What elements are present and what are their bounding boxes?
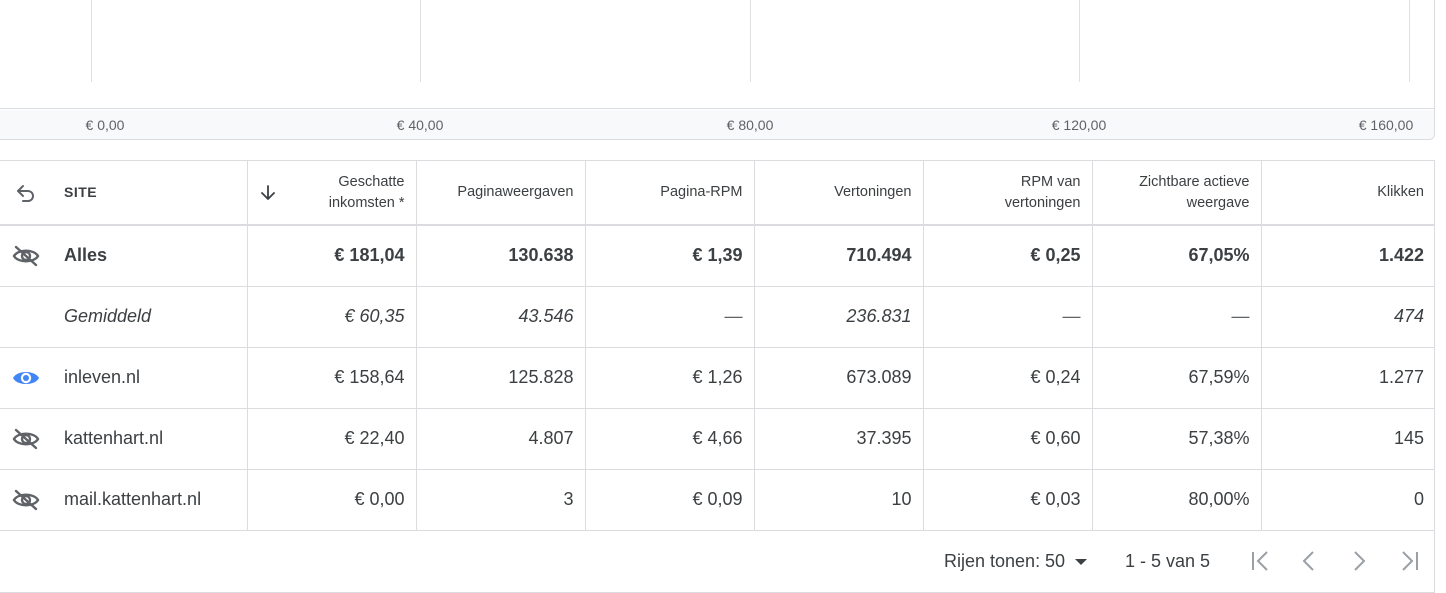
visibility-toggle[interactable]: [0, 469, 52, 531]
site-name[interactable]: inleven.nl: [52, 347, 247, 409]
report-page: € 0,00 € 40,00 € 80,00 € 120,00 € 160,00…: [0, 0, 1446, 593]
visibility-toggle[interactable]: [0, 408, 52, 470]
clicks-cell: 0: [1260, 469, 1435, 531]
header-impression-rpm-label: RPM van vertoningen: [1004, 173, 1081, 211]
impression-rpm-cell: —: [922, 286, 1092, 348]
table-row: kattenhart.nl € 22,40 4.807 € 4,66 37.39…: [0, 408, 1435, 470]
site-name[interactable]: kattenhart.nl: [52, 408, 247, 470]
clicks-cell: 1.422: [1260, 225, 1435, 287]
active-view-cell: —: [1091, 286, 1261, 348]
visibility-toggle[interactable]: [0, 225, 52, 287]
impression-rpm-cell: € 0,60: [922, 408, 1092, 470]
header-impression-rpm[interactable]: RPM van vertoningen: [922, 161, 1092, 226]
header-page-rpm[interactable]: Pagina-RPM: [584, 161, 754, 226]
gridline-0: [91, 0, 92, 82]
earnings-cell: € 0,00: [246, 469, 416, 531]
impression-rpm-cell: € 0,24: [922, 347, 1092, 409]
active-view-cell: 67,05%: [1091, 225, 1261, 287]
header-earnings-label: Geschatte inkomsten *: [328, 173, 405, 211]
last-page-icon: [1402, 551, 1418, 571]
chart-plot-area: [0, 0, 1434, 109]
x-tick-label: € 160,00: [1358, 117, 1414, 133]
gridline-40: [420, 0, 421, 82]
active-view-cell: 57,38%: [1091, 408, 1261, 470]
pageviews-cell: 43.546: [415, 286, 585, 348]
page-rpm-cell: € 0,09: [584, 469, 754, 531]
site-name: Gemiddeld: [52, 286, 247, 348]
impressions-cell: 37.395: [753, 408, 923, 470]
clicks-cell: 1.277: [1260, 347, 1435, 409]
first-page-button[interactable]: [1245, 546, 1275, 576]
sites-table: SITE Geschatte inkomsten * Paginaweergav…: [0, 161, 1435, 531]
pageviews-cell: 4.807: [415, 408, 585, 470]
sites-table-container: SITE Geschatte inkomsten * Paginaweergav…: [0, 160, 1435, 593]
site-name: Alles: [52, 225, 247, 287]
table-row-average: Gemiddeld € 60,35 43.546 — 236.831 — — 4…: [0, 286, 1435, 348]
header-active-view[interactable]: Zichtbare actieve weergave: [1091, 161, 1261, 226]
rows-per-page-select[interactable]: 50: [1045, 551, 1088, 572]
active-view-cell: 80,00%: [1091, 469, 1261, 531]
earnings-chart: € 0,00 € 40,00 € 80,00 € 120,00 € 160,00: [0, 0, 1435, 140]
table-row-total: Alles € 181,04 130.638 € 1,39 710.494 € …: [0, 225, 1435, 287]
page-range-label: 1 - 5 van 5: [1125, 551, 1211, 571]
pagination-bar: Rijen tonen: 50 1 - 5 van 5: [0, 530, 1435, 593]
reset-column[interactable]: [0, 161, 52, 226]
x-tick-label: € 120,00: [1051, 117, 1107, 133]
pageviews-cell: 125.828: [415, 347, 585, 409]
impressions-cell: 673.089: [753, 347, 923, 409]
x-tick-label: € 40,00: [396, 117, 444, 133]
header-earnings[interactable]: Geschatte inkomsten *: [246, 161, 416, 226]
empty-icon-cell: [0, 286, 52, 348]
gridline-80: [750, 0, 751, 82]
first-page-icon: [1252, 551, 1268, 571]
gridline-160: [1409, 0, 1410, 82]
x-tick-label: € 80,00: [726, 117, 774, 133]
impressions-cell: 236.831: [753, 286, 923, 348]
header-clicks[interactable]: Klikken: [1260, 161, 1435, 226]
eye-off-icon[interactable]: [11, 488, 41, 512]
page-rpm-cell: € 4,66: [584, 408, 754, 470]
eye-icon[interactable]: [11, 366, 41, 390]
rows-per-page-value: 50: [1045, 551, 1066, 571]
header-site[interactable]: SITE: [52, 161, 247, 226]
pageviews-cell: 3: [415, 469, 585, 531]
impressions-cell: 10: [753, 469, 923, 531]
impression-rpm-cell: € 0,03: [922, 469, 1092, 531]
last-page-button[interactable]: [1395, 546, 1425, 576]
earnings-cell: € 60,35: [246, 286, 416, 348]
table-row: inleven.nl € 158,64 125.828 € 1,26 673.0…: [0, 347, 1435, 409]
x-axis: [0, 110, 1434, 139]
chevron-left-icon: [1302, 551, 1314, 571]
header-impressions[interactable]: Vertoningen: [753, 161, 923, 226]
page-rpm-cell: € 1,26: [584, 347, 754, 409]
table-row: mail.kattenhart.nl € 0,00 3 € 0,09 10 € …: [0, 469, 1435, 531]
dropdown-caret-icon: [1075, 558, 1088, 565]
site-name[interactable]: mail.kattenhart.nl: [52, 469, 247, 531]
previous-page-button[interactable]: [1294, 546, 1324, 576]
page-rpm-cell: € 1,39: [584, 225, 754, 287]
page-rpm-cell: —: [584, 286, 754, 348]
undo-icon[interactable]: [14, 181, 38, 205]
earnings-cell: € 158,64: [246, 347, 416, 409]
sort-descending-icon[interactable]: [258, 183, 278, 203]
eye-off-icon[interactable]: [11, 427, 41, 451]
header-pageviews[interactable]: Paginaweergaven: [415, 161, 585, 226]
impressions-cell: 710.494: [753, 225, 923, 287]
gridline-120: [1079, 0, 1080, 82]
clicks-cell: 145: [1260, 408, 1435, 470]
pageviews-cell: 130.638: [415, 225, 585, 287]
rows-per-page-label: Rijen tonen:: [944, 551, 1041, 571]
active-view-cell: 67,59%: [1091, 347, 1261, 409]
clicks-cell: 474: [1260, 286, 1435, 348]
chevron-right-icon: [1354, 551, 1366, 571]
table-header-row: SITE Geschatte inkomsten * Paginaweergav…: [0, 161, 1435, 226]
visibility-toggle[interactable]: [0, 347, 52, 409]
next-page-button[interactable]: [1344, 546, 1374, 576]
x-tick-label: € 0,00: [85, 117, 125, 133]
impression-rpm-cell: € 0,25: [922, 225, 1092, 287]
earnings-cell: € 181,04: [246, 225, 416, 287]
earnings-cell: € 22,40: [246, 408, 416, 470]
eye-off-icon[interactable]: [11, 244, 41, 268]
